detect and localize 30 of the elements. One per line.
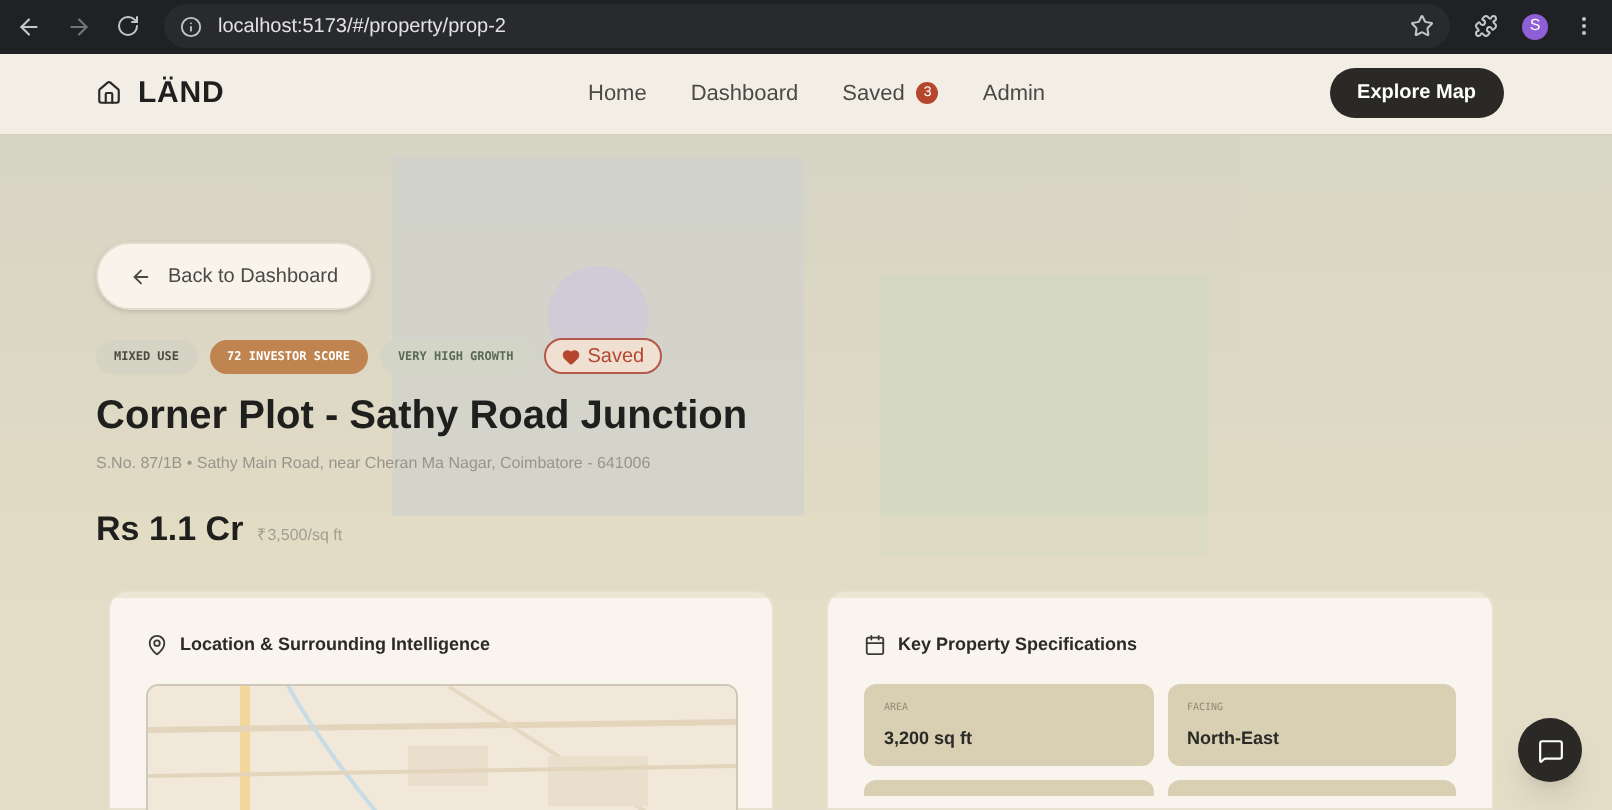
price-per-sqft: ₹3,500/sq ft bbox=[257, 524, 343, 549]
nav-link[interactable]: Dashboard bbox=[690, 77, 799, 111]
explore-map-button[interactable]: Explore Map bbox=[1329, 68, 1504, 119]
extensions-icon[interactable] bbox=[1474, 14, 1498, 39]
profile-avatar[interactable]: S bbox=[1522, 13, 1548, 40]
brand-logo[interactable]: LÄND bbox=[138, 71, 225, 117]
chat-icon bbox=[1537, 737, 1563, 763]
url-text: localhost:5173/#/property/prop-2 bbox=[218, 13, 506, 42]
spec-value: 3,200 sq ft bbox=[884, 726, 973, 752]
price: Rs 1.1 Cr bbox=[96, 508, 244, 553]
heart-icon bbox=[561, 347, 580, 366]
calendar-icon bbox=[864, 634, 886, 657]
property-title: Corner Plot - Sathy Road Junction bbox=[96, 392, 748, 443]
back-icon[interactable] bbox=[16, 13, 42, 40]
back-arrow-icon bbox=[130, 265, 152, 288]
reload-icon[interactable] bbox=[116, 14, 140, 39]
home-icon bbox=[96, 80, 122, 107]
location-pin-icon bbox=[146, 634, 168, 657]
card-title: Key Property Specifications bbox=[898, 632, 1138, 658]
nav-link[interactable]: Admin bbox=[982, 77, 1046, 111]
address-bar[interactable]: localhost:5173/#/property/prop-2 bbox=[164, 4, 1450, 49]
property-address: S.No. 87/1B • Sathy Main Road, near Cheran Ma Nagar, Coimbatore - 641006 bbox=[96, 452, 651, 477]
nav-link[interactable]: Home bbox=[588, 77, 647, 111]
chat-button[interactable] bbox=[1518, 718, 1582, 782]
bookmark-icon[interactable] bbox=[1410, 14, 1434, 39]
site-info-icon[interactable] bbox=[180, 15, 202, 38]
save-button[interactable]: Saved bbox=[543, 338, 663, 375]
card-title: Location & Surrounding Intelligence bbox=[180, 632, 491, 658]
spec-value: North-East bbox=[1187, 726, 1280, 752]
back-button[interactable]: Back to Dashboard bbox=[96, 242, 373, 311]
